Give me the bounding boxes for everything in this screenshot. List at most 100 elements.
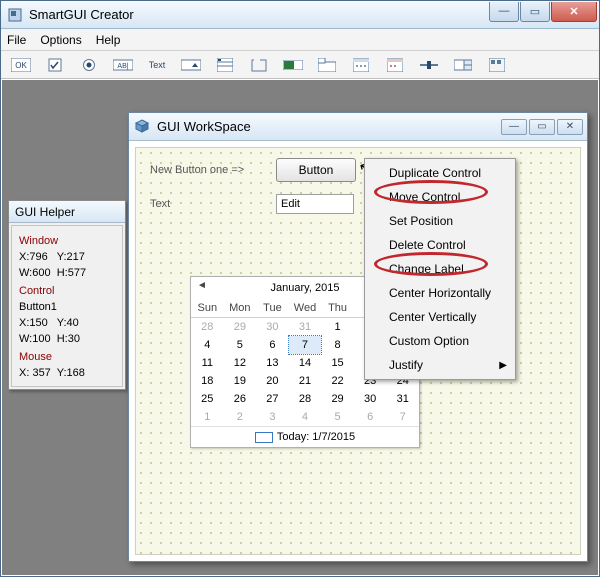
ctx-item[interactable]: Custom Option	[365, 329, 515, 353]
ctx-item[interactable]: Set Position	[365, 209, 515, 233]
ctx-item[interactable]: Move Control	[365, 185, 515, 209]
ctx-item[interactable]: Change Label	[365, 257, 515, 281]
calendar-prev-icon[interactable]: ◄	[197, 280, 207, 291]
helper-control-name: Button1	[19, 299, 115, 315]
close-button[interactable]: ✕	[551, 2, 597, 22]
calendar-day[interactable]: 29	[321, 390, 354, 408]
helper-control-xy: X:150 Y:40	[19, 315, 115, 331]
tb-groupbox-icon[interactable]	[249, 56, 269, 74]
helper-mouse-xy: X: 357 Y:168	[19, 365, 115, 381]
helper-window-label: Window	[19, 233, 115, 249]
calendar-day[interactable]: 6	[354, 408, 387, 426]
tb-calendar-icon[interactable]	[351, 56, 371, 74]
tb-radio-icon[interactable]	[79, 56, 99, 74]
calendar-day[interactable]: 26	[224, 390, 257, 408]
calendar-day[interactable]: 21	[289, 372, 322, 390]
calendar-day[interactable]: 22	[321, 372, 354, 390]
ctx-item[interactable]: Delete Control	[365, 233, 515, 257]
calendar-day[interactable]: 4	[191, 336, 224, 354]
calendar-day[interactable]: 12	[224, 354, 257, 372]
ctx-item[interactable]: Justify▶	[365, 353, 515, 377]
calendar-day[interactable]: 14	[289, 354, 322, 372]
cube-icon	[135, 119, 151, 135]
calendar-title[interactable]: January, 2015	[271, 282, 340, 294]
calendar-day[interactable]: 15	[321, 354, 354, 372]
calendar-day[interactable]: 1	[191, 408, 224, 426]
calendar-day[interactable]: 29	[224, 318, 257, 336]
calendar-day[interactable]: 18	[191, 372, 224, 390]
calendar-day[interactable]: 28	[191, 318, 224, 336]
tb-datetime-icon[interactable]	[385, 56, 405, 74]
menu-help[interactable]: Help	[96, 33, 121, 47]
workspace-max-button[interactable]: ▭	[529, 119, 555, 135]
calendar-day[interactable]: 13	[256, 354, 289, 372]
calendar-day[interactable]: 25	[191, 390, 224, 408]
calendar-day[interactable]: 27	[256, 390, 289, 408]
calendar-today-label: Today: 1/7/2015	[277, 431, 355, 443]
tb-updown-icon[interactable]	[453, 56, 473, 74]
workspace-close-button[interactable]: ✕	[557, 119, 583, 135]
gui-workspace-window[interactable]: GUI WorkSpace — ▭ ✕ New Button one => Bu…	[128, 112, 588, 562]
calendar-day[interactable]: 3	[256, 408, 289, 426]
tb-editbox-icon[interactable]: AB|	[113, 56, 133, 74]
calendar-day[interactable]: 6	[256, 336, 289, 354]
sample-button[interactable]: Button	[276, 158, 356, 182]
main-window-controls: — ▭ ✕	[488, 2, 597, 22]
tb-text-icon[interactable]: Text	[147, 56, 167, 74]
main-titlebar[interactable]: SmartGUI Creator — ▭ ✕	[1, 1, 599, 29]
calendar-day[interactable]: 30	[256, 318, 289, 336]
workspace-min-button[interactable]: —	[501, 119, 527, 135]
helper-window-wh: W:600 H:577	[19, 265, 115, 281]
calendar-day[interactable]: 11	[191, 354, 224, 372]
today-box-icon	[255, 432, 273, 443]
app-icon	[7, 7, 23, 23]
menu-options[interactable]: Options	[40, 33, 81, 47]
menu-file[interactable]: File	[7, 33, 26, 47]
calendar-day[interactable]: 20	[256, 372, 289, 390]
gui-helper-title[interactable]: GUI Helper	[9, 201, 125, 223]
calendar-footer[interactable]: Today: 1/7/2015	[191, 426, 419, 447]
calendar-day[interactable]: 31	[386, 390, 419, 408]
max-button[interactable]: ▭	[520, 2, 550, 22]
ctx-item-label: Move Control	[389, 190, 460, 204]
calendar-day[interactable]: 1	[321, 318, 354, 336]
ctx-item-label: Custom Option	[389, 334, 469, 348]
calendar-day[interactable]: 4	[289, 408, 322, 426]
ctx-item-label: Duplicate Control	[389, 166, 481, 180]
helper-control-wh: W:100 H:30	[19, 331, 115, 347]
calendar-day[interactable]: 7	[289, 336, 322, 354]
tb-progressbar-icon[interactable]	[283, 56, 303, 74]
calendar-day[interactable]: 8	[321, 336, 354, 354]
calendar-dow: Mon	[224, 299, 257, 318]
workspace-title: GUI WorkSpace	[157, 119, 501, 134]
calendar-day[interactable]: 30	[354, 390, 387, 408]
tb-checkbox-icon[interactable]	[45, 56, 65, 74]
tb-hotkey-icon[interactable]	[487, 56, 507, 74]
tb-tab-icon[interactable]	[317, 56, 337, 74]
min-button[interactable]: —	[489, 2, 519, 22]
ctx-item-label: Center Vertically	[389, 310, 476, 324]
calendar-day[interactable]: 19	[224, 372, 257, 390]
label-new-button[interactable]: New Button one =>	[150, 164, 244, 176]
calendar-day[interactable]: 28	[289, 390, 322, 408]
sample-edit[interactable]: Edit	[276, 194, 354, 214]
calendar-day[interactable]: 31	[289, 318, 322, 336]
label-text[interactable]: Text	[150, 198, 170, 210]
ctx-item-label: Center Horizontally	[389, 286, 491, 300]
tb-dropdown-icon[interactable]	[181, 56, 201, 74]
ctx-item-label: Delete Control	[389, 238, 466, 252]
ctx-item[interactable]: Center Horizontally	[365, 281, 515, 305]
gui-helper-panel[interactable]: GUI Helper Window X:796 Y:217 W:600 H:57…	[8, 200, 126, 390]
tb-ok-button-icon[interactable]: OK	[11, 56, 31, 74]
workspace-titlebar[interactable]: GUI WorkSpace — ▭ ✕	[129, 113, 587, 141]
main-title: SmartGUI Creator	[29, 7, 488, 22]
calendar-day[interactable]: 5	[224, 336, 257, 354]
calendar-day[interactable]: 5	[321, 408, 354, 426]
calendar-day[interactable]: 7	[386, 408, 419, 426]
ctx-item[interactable]: Center Vertically	[365, 305, 515, 329]
ctx-item[interactable]: Duplicate Control	[365, 161, 515, 185]
tb-slider-icon[interactable]	[419, 56, 439, 74]
tb-listview-icon[interactable]	[215, 56, 235, 74]
calendar-day[interactable]: 2	[224, 408, 257, 426]
helper-window-xy: X:796 Y:217	[19, 249, 115, 265]
